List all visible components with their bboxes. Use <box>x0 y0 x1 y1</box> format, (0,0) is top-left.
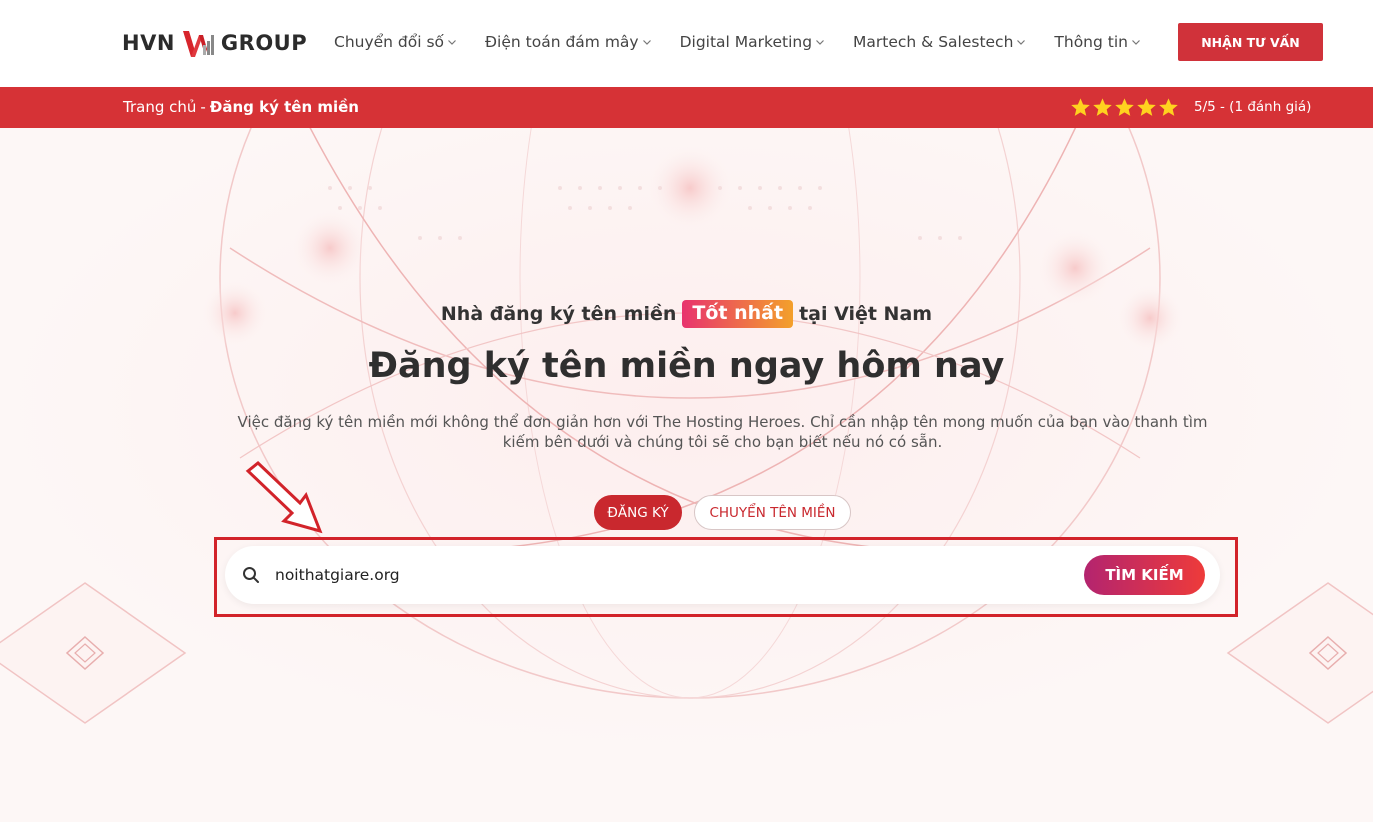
nav-item-label: Thông tin <box>1054 33 1128 51</box>
breadcrumb-bar: Trang chủ - Đăng ký tên miền 5/5 - (1 đá… <box>0 87 1373 128</box>
breadcrumb-separator: - <box>200 98 206 116</box>
nav-item-label: Digital Marketing <box>679 33 813 51</box>
nav-item-martech-salestech[interactable]: Martech & Salestech <box>853 33 1026 51</box>
description-line: Việc đăng ký tên miền mới không thể đơn … <box>237 413 1208 431</box>
search-icon <box>243 567 259 583</box>
tagline-text-after: tại Việt Nam <box>799 303 933 325</box>
star-icon[interactable] <box>1070 97 1091 118</box>
chevron-down-icon <box>1132 40 1140 45</box>
tab-transfer-domain[interactable]: CHUYỂN TÊN MIỀN <box>694 495 851 530</box>
rating-text: 5/5 - (1 đánh giá) <box>1194 99 1312 115</box>
nav-item-label: Chuyển đổi số <box>334 33 445 51</box>
nav-item-digital-marketing[interactable]: Digital Marketing <box>680 33 825 51</box>
breadcrumb-current: Đăng ký tên miền <box>209 98 359 116</box>
logo-mark-icon <box>182 31 214 57</box>
rating: 5/5 - (1 đánh giá) <box>1070 95 1311 119</box>
nav-item-dien-toan-dam-may[interactable]: Điện toán đám mây <box>485 33 652 51</box>
nav-item-chuyen-doi-so[interactable]: Chuyển đổi số <box>334 33 457 51</box>
page-title: Đăng ký tên miền ngay hôm nay <box>368 346 1005 386</box>
nav-item-label: Martech & Salestech <box>853 33 1014 51</box>
globe-background <box>0 128 1373 822</box>
site-header: HVN GROUP Chuyển đổi số Điện toán đám mâ… <box>0 0 1373 87</box>
chevron-down-icon <box>816 40 824 45</box>
star-icon[interactable] <box>1158 97 1179 118</box>
nav-item-label: Điện toán đám mây <box>485 33 639 51</box>
logo-text-right: GROUP <box>220 31 308 55</box>
breadcrumb: Trang chủ - Đăng ký tên miền <box>123 98 359 116</box>
domain-tabs: ĐĂNG KÝ CHUYỂN TÊN MIỀN <box>594 495 851 530</box>
hero-tagline: Nhà đăng ký tên miền Tốt nhất tại Việt N… <box>0 300 1373 328</box>
nav-item-thong-tin[interactable]: Thông tin <box>1054 33 1141 51</box>
star-icon[interactable] <box>1092 97 1113 118</box>
description-line: kiếm bên dưới và chúng tôi sẽ cho bạn bi… <box>502 433 943 451</box>
logo[interactable]: HVN GROUP <box>122 27 307 59</box>
tab-register[interactable]: ĐĂNG KÝ <box>594 495 682 530</box>
chevron-down-icon <box>448 40 456 45</box>
main-nav: Chuyển đổi số Điện toán đám mây Digital … <box>334 31 1169 53</box>
consult-button[interactable]: NHẬN TƯ VẤN <box>1178 23 1323 61</box>
chevron-down-icon <box>642 40 651 45</box>
hero-description: Việc đăng ký tên miền mới không thể đơn … <box>236 412 1209 452</box>
star-icon[interactable] <box>1136 97 1157 118</box>
chevron-down-icon <box>1017 40 1026 45</box>
star-icon[interactable] <box>1114 97 1135 118</box>
breadcrumb-home-link[interactable]: Trang chủ <box>123 98 196 116</box>
logo-text-left: HVN <box>122 31 175 55</box>
domain-search-input[interactable] <box>275 558 1075 592</box>
tagline-text-before: Nhà đăng ký tên miền <box>440 303 677 325</box>
best-badge: Tốt nhất <box>682 300 794 328</box>
hero-section: Nhà đăng ký tên miền Tốt nhất tại Việt N… <box>0 128 1373 822</box>
domain-search-bar: TÌM KIẾM <box>225 546 1220 604</box>
search-button[interactable]: TÌM KIẾM <box>1084 555 1205 595</box>
arrow-annotation-icon <box>245 461 323 534</box>
